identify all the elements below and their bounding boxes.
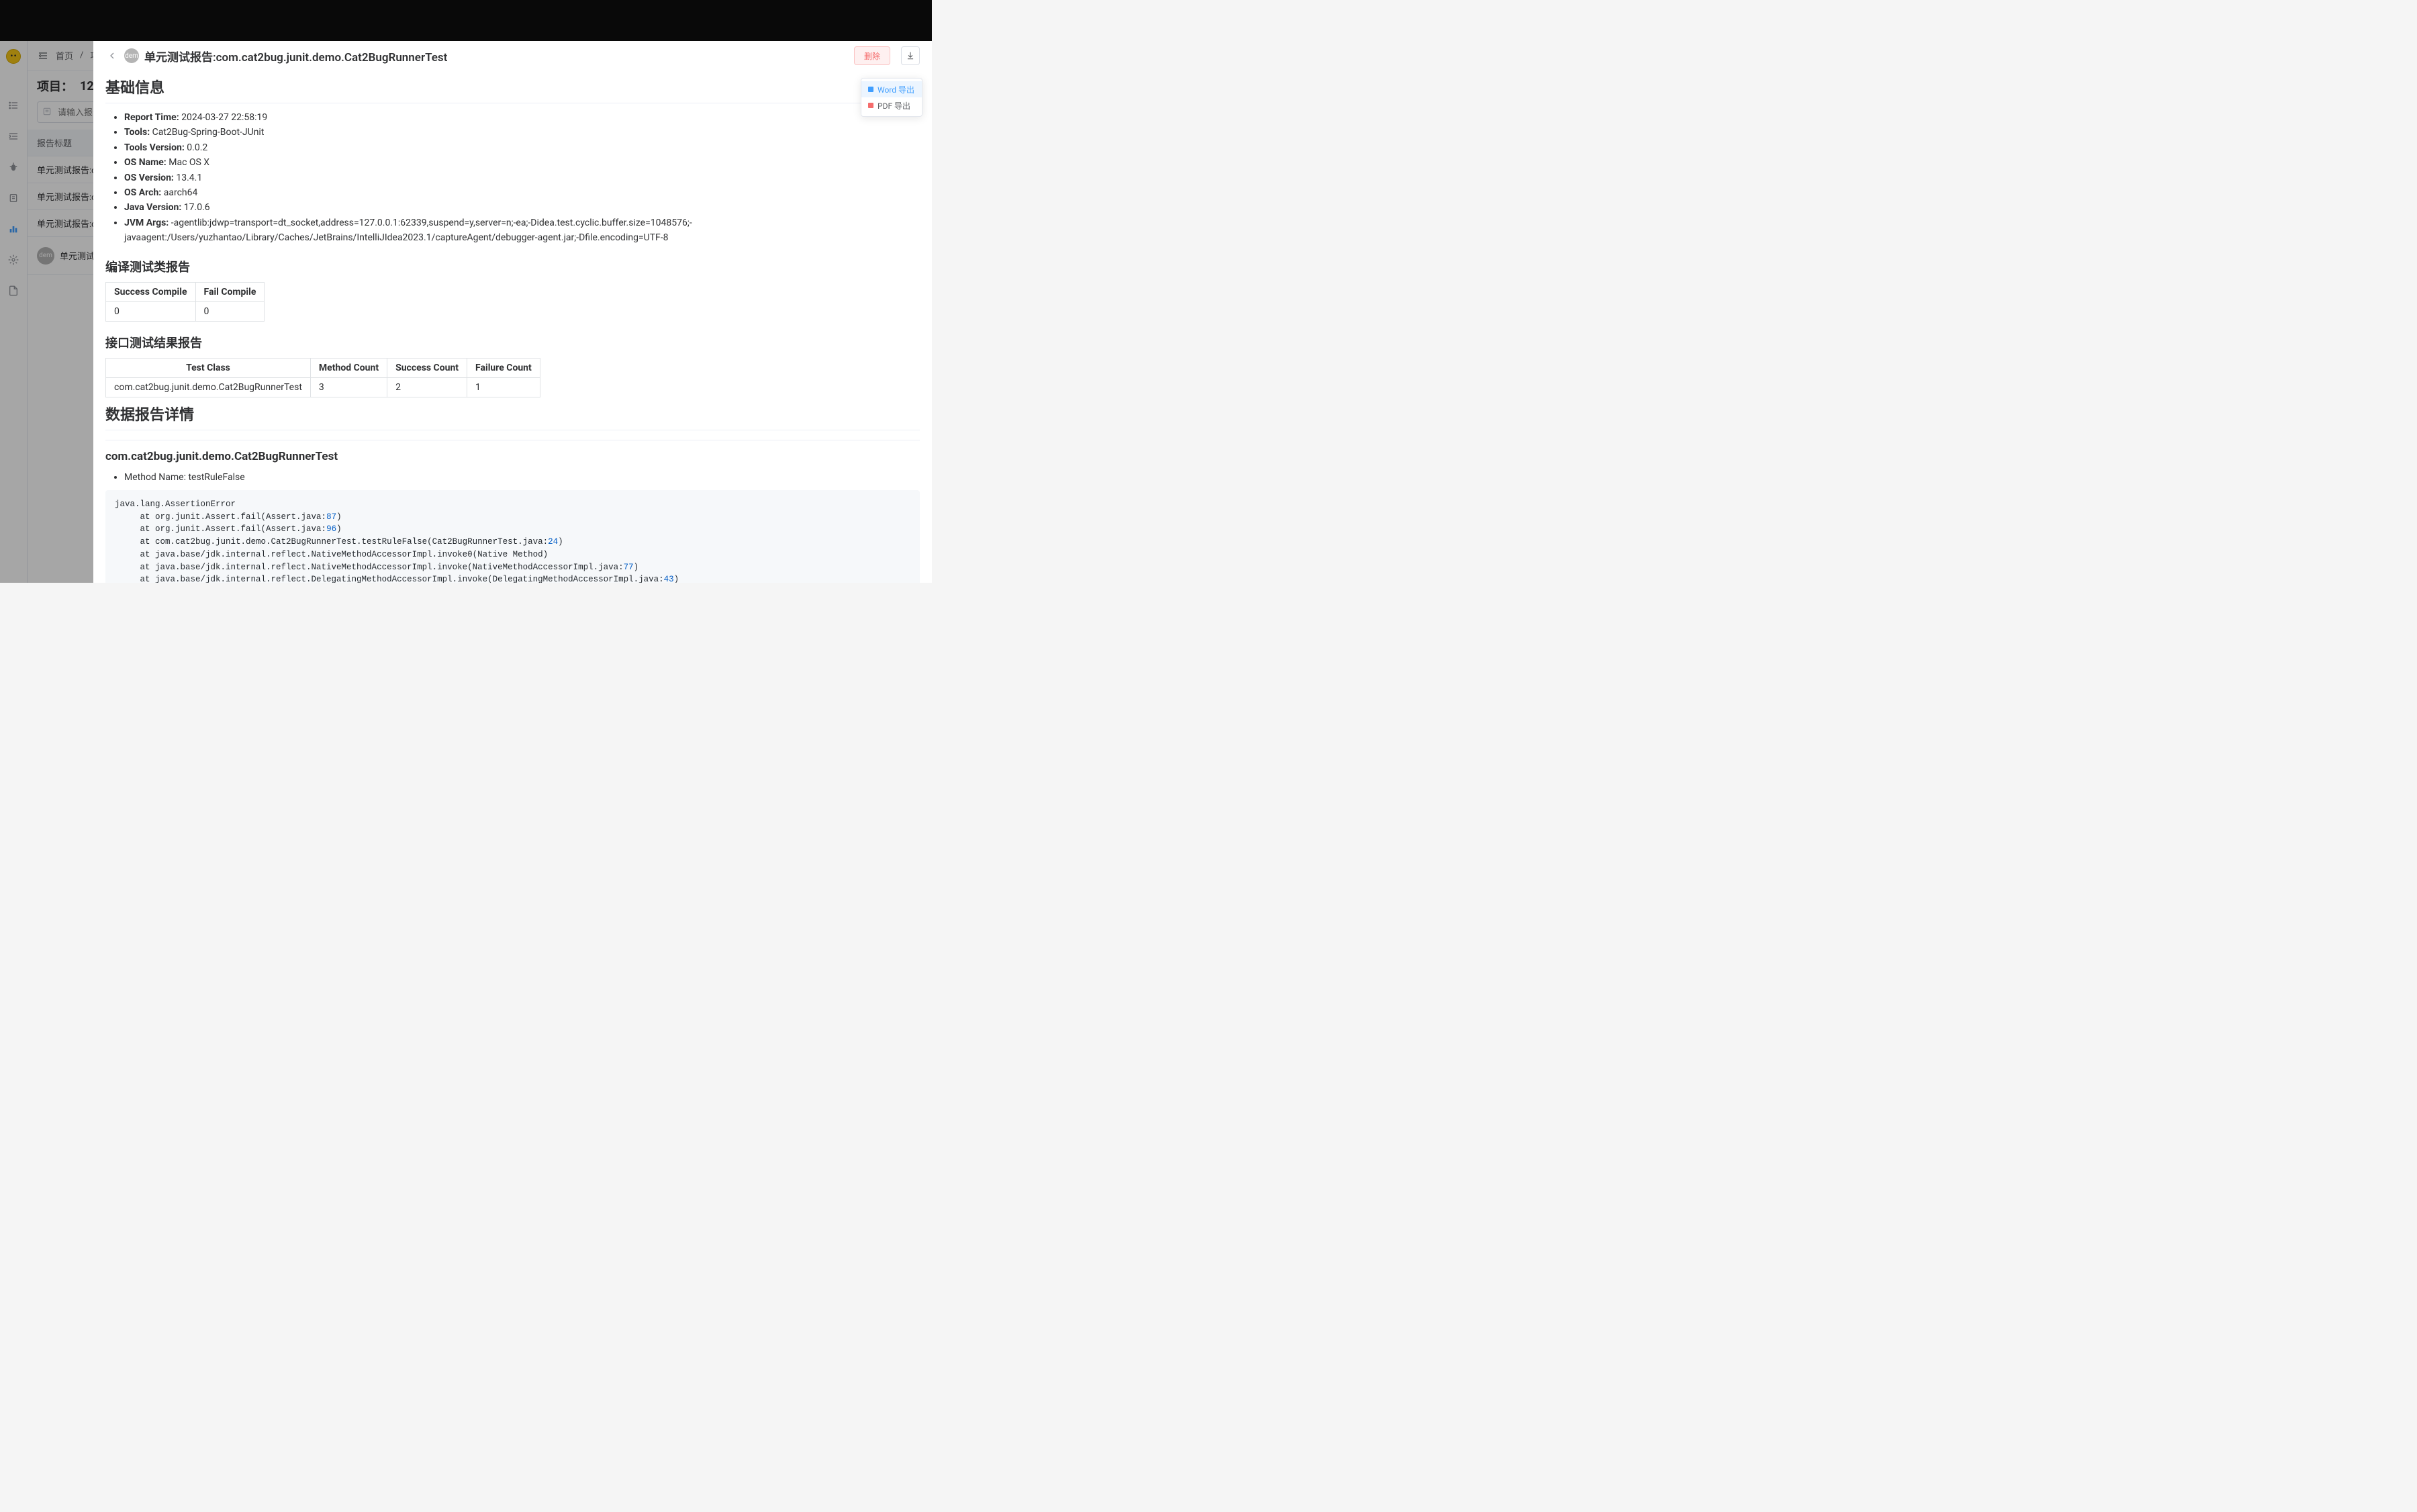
section-detail-title: 数据报告详情 bbox=[105, 403, 920, 430]
download-button[interactable] bbox=[901, 46, 920, 65]
drawer-header: dem 单元测试报告:com.cat2bug.junit.demo.Cat2Bu… bbox=[93, 41, 932, 70]
drawer-body: 基础信息 Report Time: 2024-03-27 22:58:19 To… bbox=[93, 70, 932, 583]
delete-button[interactable]: 删除 bbox=[854, 46, 890, 65]
back-icon[interactable] bbox=[105, 49, 119, 62]
method-list: Method Name: testRuleFalse bbox=[105, 470, 920, 485]
export-word-item[interactable]: Word 导出 bbox=[861, 81, 922, 97]
drawer-title: 单元测试报告:com.cat2bug.junit.demo.Cat2BugRun… bbox=[144, 48, 447, 64]
report-drawer: dem 单元测试报告:com.cat2bug.junit.demo.Cat2Bu… bbox=[93, 41, 932, 583]
avatar: dem bbox=[124, 48, 139, 63]
detail-class-name: com.cat2bug.junit.demo.Cat2BugRunnerTest bbox=[105, 450, 920, 463]
result-table: Test ClassMethod CountSuccess CountFailu… bbox=[105, 358, 540, 397]
export-pdf-item[interactable]: PDF 导出 bbox=[861, 97, 922, 113]
word-icon bbox=[868, 87, 873, 92]
export-dropdown: Word 导出 PDF 导出 bbox=[861, 78, 922, 117]
basic-info-list: Report Time: 2024-03-27 22:58:19 Tools: … bbox=[105, 110, 920, 246]
section-basic-info-title: 基础信息 bbox=[105, 76, 920, 103]
section-result-title: 接口测试结果报告 bbox=[105, 334, 920, 351]
compile-table: Success CompileFail Compile00 bbox=[105, 282, 265, 322]
pdf-icon bbox=[868, 103, 873, 108]
section-compile-title: 编译测试类报告 bbox=[105, 258, 920, 275]
stack-trace: java.lang.AssertionError at org.junit.As… bbox=[105, 490, 920, 583]
